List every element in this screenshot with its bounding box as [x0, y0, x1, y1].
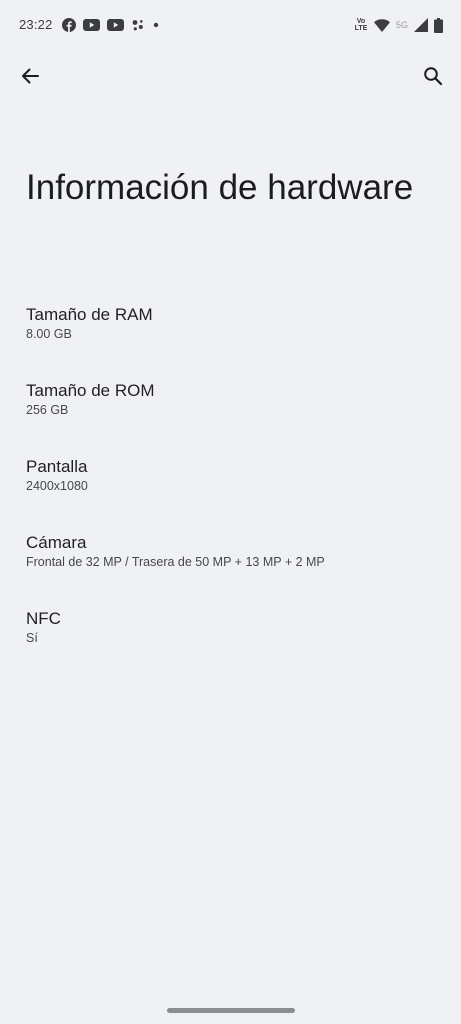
status-bar: 23:22 Vo LTE 5G — [0, 0, 461, 52]
info-item-value: 256 GB — [26, 403, 69, 417]
info-item-label: Cámara — [26, 533, 87, 552]
cellular-signal-icon — [414, 18, 428, 32]
arrow-back-icon — [20, 66, 40, 86]
youtube-icon — [107, 19, 124, 31]
network-type-label: 5G — [395, 20, 408, 30]
volte-line1: Vo — [356, 18, 366, 25]
wifi-icon — [373, 18, 390, 32]
info-item-value: 2400x1080 — [26, 479, 88, 493]
info-item-label: Tamaño de RAM — [26, 305, 153, 324]
more-dot-icon — [152, 21, 160, 29]
page-title: Información de hardware — [26, 168, 414, 207]
volte-indicator: Vo LTE — [354, 18, 368, 32]
info-item-rom[interactable]: Tamaño de ROM 256 GB — [0, 372, 461, 448]
info-item-camera[interactable]: Cámara Frontal de 32 MP / Trasera de 50 … — [0, 524, 461, 600]
hardware-info-list: Tamaño de RAM 8.00 GB Tamaño de ROM 256 … — [0, 296, 461, 676]
notification-icons — [62, 17, 160, 33]
info-item-label: Pantalla — [26, 457, 88, 476]
assistant-icon — [131, 18, 145, 32]
back-button[interactable] — [14, 60, 46, 92]
info-item-ram[interactable]: Tamaño de RAM 8.00 GB — [0, 296, 461, 372]
info-item-label: Tamaño de ROM — [26, 381, 155, 400]
info-item-label: NFC — [26, 609, 61, 628]
search-icon — [423, 66, 443, 86]
info-item-nfc[interactable]: NFC Sí — [0, 600, 461, 676]
gesture-nav-handle[interactable] — [167, 1008, 295, 1013]
info-item-value: 8.00 GB — [26, 327, 72, 341]
search-button[interactable] — [417, 60, 449, 92]
youtube-icon — [83, 19, 100, 31]
info-item-display[interactable]: Pantalla 2400x1080 — [0, 448, 461, 524]
info-item-value: Sí — [26, 631, 38, 645]
status-time: 23:22 — [19, 17, 53, 32]
volte-line2: LTE — [354, 25, 368, 32]
system-icons: Vo LTE 5G — [354, 16, 443, 34]
battery-icon — [434, 17, 443, 33]
info-item-value: Frontal de 32 MP / Trasera de 50 MP + 13… — [26, 555, 325, 569]
facebook-icon — [62, 18, 76, 32]
